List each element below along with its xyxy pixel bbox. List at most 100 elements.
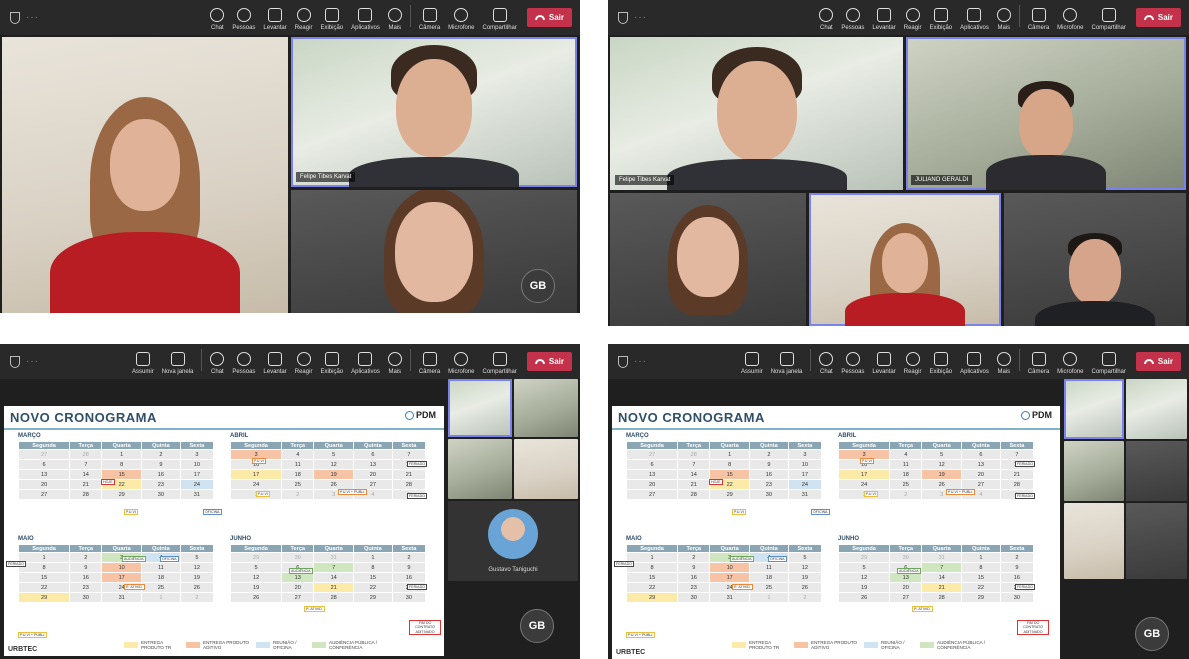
video-thumb-woman-earbuds[interactable]	[1064, 503, 1124, 579]
video-thumb-felipe[interactable]	[448, 379, 512, 437]
share-button[interactable]: Compartilhar	[483, 8, 517, 31]
mic-button[interactable]: Microfone	[1057, 8, 1084, 31]
more-button[interactable]: Mais	[387, 352, 402, 375]
share-button[interactable]: Compartilhar	[1092, 8, 1126, 31]
calendar-day: 9	[140, 459, 181, 470]
raise-hand-button[interactable]: Levantar	[263, 352, 287, 375]
camera-button[interactable]: Câmera	[1028, 352, 1049, 375]
calendar-day: 25	[748, 582, 789, 593]
calendar-day: 2	[140, 449, 181, 460]
leave-button[interactable]: Sair	[1135, 352, 1181, 371]
people-icon	[845, 352, 860, 366]
react-icon	[905, 352, 920, 366]
calendar-day: 29	[352, 592, 393, 603]
calendar-day: 5	[179, 552, 215, 563]
share-button[interactable]: Compartilhar	[1092, 352, 1126, 375]
calendar-day: 26	[313, 479, 354, 490]
take-control-button[interactable]: Assumir	[132, 352, 154, 375]
camera-off-icon	[422, 352, 437, 366]
leave-button[interactable]: Sair	[526, 352, 572, 371]
take-control-button[interactable]: Assumir	[741, 352, 763, 375]
apps-button[interactable]: Aplicativos	[351, 8, 380, 31]
video-tile-woman-headset[interactable]: GB	[291, 190, 577, 313]
note-oficina: OFICINA	[811, 509, 830, 516]
camera-button[interactable]: Câmera	[1028, 8, 1049, 31]
raise-hand-button[interactable]: Levantar	[872, 352, 896, 375]
calendar-day: 26	[229, 592, 283, 603]
calendar-day: 30	[748, 489, 789, 500]
leave-button[interactable]: Sair	[526, 8, 572, 27]
mic-button[interactable]: Microfone	[448, 352, 475, 375]
calendar-week-row: 56789	[837, 562, 1035, 573]
video-thumb-juliano[interactable]	[1064, 441, 1124, 501]
video-tile-woman-earbuds[interactable]	[2, 37, 288, 313]
calendar-day: 17	[229, 469, 283, 480]
video-thumb-man-glasses[interactable]	[448, 439, 512, 499]
apps-button[interactable]: Aplicativos	[960, 352, 989, 375]
layout-button[interactable]: Exibição	[320, 352, 343, 375]
mic-button[interactable]: Microfone	[448, 8, 475, 31]
calendar-day: 15	[101, 469, 142, 480]
camera-button[interactable]: Câmera	[419, 352, 440, 375]
video-tile-felipe[interactable]: Felipe Tibes Karvat	[610, 37, 903, 190]
more-button[interactable]: Mais	[996, 352, 1011, 375]
participant-avatar[interactable]: GB	[521, 269, 555, 303]
calendar-week-row: 1920212223	[837, 582, 1035, 593]
share-button[interactable]: Compartilhar	[483, 352, 517, 375]
layout-button[interactable]: Exibição	[929, 352, 952, 375]
video-thumb-juliano[interactable]	[514, 379, 578, 437]
chat-button[interactable]: Chat	[210, 352, 225, 375]
video-thumb-felipe[interactable]	[1064, 379, 1124, 439]
new-window-button[interactable]: Nova janela	[162, 352, 193, 375]
video-tile-gustavo[interactable]: Gustavo Taniguchi	[448, 501, 578, 581]
video-tile-woman-headset[interactable]	[610, 193, 806, 326]
react-button[interactable]: Reagir	[295, 352, 312, 375]
react-button[interactable]: Reagir	[295, 8, 312, 31]
video-tile-felipe[interactable]: Felipe Tibes Karvat	[291, 37, 577, 187]
calendar-day: 16	[391, 572, 427, 583]
take-control-icon	[744, 352, 759, 366]
people-button[interactable]: Pessoas	[841, 352, 864, 375]
participant-avatar[interactable]: GB	[1135, 617, 1169, 651]
calendar-day: 3	[787, 449, 823, 460]
calendar-day: 26	[787, 582, 823, 593]
mic-button[interactable]: Microfone	[1057, 352, 1084, 375]
layout-button[interactable]: Exibição	[320, 8, 343, 31]
raise-hand-button[interactable]: Levantar	[263, 8, 287, 31]
chat-button[interactable]: Chat	[819, 352, 834, 375]
react-button[interactable]: Reagir	[904, 352, 921, 375]
calendar-day: 2	[69, 552, 103, 563]
video-thumb-woman-earbuds[interactable]	[514, 439, 578, 499]
layout-button[interactable]: Exibição	[929, 8, 952, 31]
people-button[interactable]: Pessoas	[232, 352, 255, 375]
calendar-day: 23	[748, 479, 789, 490]
react-button[interactable]: Reagir	[904, 8, 921, 31]
apps-button[interactable]: Aplicativos	[351, 352, 380, 375]
note-audiencia: AUDIÊNCIA	[897, 568, 921, 575]
video-tile-woman-earbuds[interactable]	[809, 193, 1001, 326]
person-face	[677, 217, 739, 297]
video-thumb-woman-headset[interactable]	[1126, 379, 1187, 439]
people-button[interactable]: Pessoas	[232, 8, 255, 31]
calendar-week-row: 24 25 26 27 28	[837, 479, 1035, 490]
people-button[interactable]: Pessoas	[841, 8, 864, 31]
raise-hand-button[interactable]: Levantar	[872, 8, 896, 31]
chat-button[interactable]: Chat	[819, 8, 834, 31]
apps-button[interactable]: Aplicativos	[960, 8, 989, 31]
new-window-button[interactable]: Nova janela	[771, 352, 802, 375]
more-button[interactable]: Mais	[387, 8, 402, 31]
leave-button[interactable]: Sair	[1135, 8, 1181, 27]
video-tile-man-glasses[interactable]	[1004, 193, 1186, 326]
calendar-day: 2	[748, 449, 789, 460]
participant-avatar[interactable]: GB	[520, 609, 554, 643]
participant-name: JULIANO GERALDI	[911, 175, 973, 185]
calendar-day: 30	[281, 552, 315, 563]
video-thumb-man-2[interactable]	[1126, 503, 1187, 579]
chat-icon	[210, 8, 225, 22]
more-button[interactable]: Mais	[996, 8, 1011, 31]
chat-button[interactable]: Chat	[210, 8, 225, 31]
video-tile-juliano[interactable]: JULIANO GERALDI	[906, 37, 1186, 190]
calendar-day: 26	[921, 479, 962, 490]
video-thumb-man-glasses[interactable]	[1126, 441, 1187, 501]
camera-button[interactable]: Câmera	[419, 8, 440, 31]
